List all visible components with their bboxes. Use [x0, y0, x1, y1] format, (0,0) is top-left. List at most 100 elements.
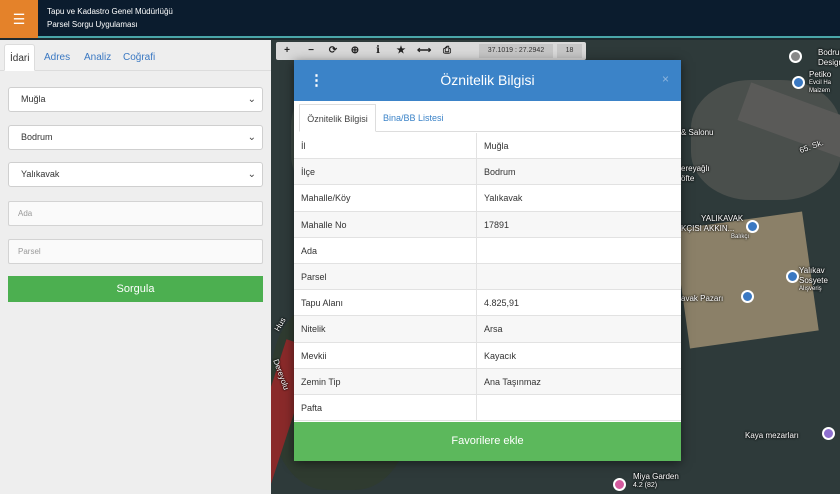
table-row: Zemin Tip Ana Taşınmaz [294, 368, 681, 395]
row-value: Kayacık [476, 342, 681, 369]
map-label: Design [818, 58, 840, 67]
parsel-placeholder: Parsel [18, 247, 41, 256]
row-key: Mevkii [301, 350, 327, 361]
row-key: Nitelik [301, 324, 326, 335]
table-row: Pafta [294, 394, 681, 422]
add-favorite-button[interactable]: Favorilere ekle [294, 422, 681, 461]
sidebar: İdari Adres Analiz Coğrafi Muğla ⌄ Bodru… [0, 40, 271, 494]
app-title: Tapu ve Kadastro Genel Müdürlüğü Parsel … [47, 5, 173, 31]
tab-idari[interactable]: İdari [4, 44, 36, 71]
row-key: İlçe [301, 167, 316, 178]
tab-adres[interactable]: Adres [44, 44, 70, 71]
poi-icon[interactable] [741, 290, 754, 303]
map-label: Kaya mezarları [745, 431, 799, 440]
map-label: Alışveriş [799, 286, 822, 292]
parsel-input[interactable]: Parsel [8, 239, 263, 264]
map-label: ereyağlı [681, 164, 710, 173]
table-row: Mahalle/Köy Yalıkavak [294, 185, 681, 212]
locate-icon[interactable]: ⊕ [348, 42, 362, 60]
map-label: Sosyete [799, 276, 828, 285]
hamburger-icon: ☰ [12, 10, 26, 27]
zoom-out-icon[interactable]: − [304, 42, 318, 60]
map-label: Yalıkav [799, 266, 825, 275]
map-label: Petiko [809, 70, 832, 79]
map-label: Balıkçı [731, 234, 750, 240]
dialog-header: ⋮ Öznitelik Bilgisi × [294, 60, 681, 101]
attribute-table: İl Muğla İlçe Bodrum Mahalle/Köy Yalıkavak … [294, 133, 681, 422]
poi-icon[interactable] [613, 478, 626, 491]
map-toolbar: + − ⟳ ⊕ i ★ ⟷ ⎙ 37.1019 : 27.2942 18 [276, 42, 586, 60]
ilce-select-value: Bodrum [21, 132, 53, 142]
tab-cografi[interactable]: Coğrafi [123, 44, 155, 71]
il-select-value: Muğla [21, 94, 46, 104]
il-select[interactable]: Muğla ⌄ [8, 87, 263, 112]
row-value: 17891 [476, 211, 681, 238]
app-title-line2: Parsel Sorgu Uygulaması [47, 20, 138, 29]
mahalle-select-value: Yalıkavak [21, 169, 60, 179]
zoom-in-icon[interactable]: + [280, 42, 294, 60]
row-key: Zemin Tip [301, 376, 341, 387]
map-label: öfte [681, 174, 695, 183]
table-row: Mevkii Kayacık [294, 342, 681, 369]
map-label: avak Pazarı [681, 294, 724, 303]
row-value [476, 263, 681, 290]
row-value: Muğla [476, 133, 681, 159]
zoom-level-readout: 18 [557, 44, 582, 58]
chevron-down-icon: ⌄ [247, 94, 256, 105]
table-row: Ada [294, 237, 681, 264]
row-value: Ana Taşınmaz [476, 368, 681, 395]
row-value: Yalıkavak [476, 185, 681, 212]
dialog-title: Öznitelik Bilgisi [440, 72, 535, 88]
map-label: YALIKAVAK [701, 214, 744, 223]
row-value [476, 394, 681, 421]
row-value [476, 237, 681, 264]
row-value: 4.825,91 [476, 290, 681, 317]
sorgula-button[interactable]: Sorgula [8, 276, 263, 302]
ada-placeholder: Ada [18, 209, 33, 218]
refresh-icon[interactable]: ⟳ [326, 42, 340, 60]
map-label: Malzem [809, 88, 831, 94]
mahalle-select[interactable]: Yalıkavak ⌄ [8, 162, 263, 187]
poi-icon[interactable] [822, 427, 835, 440]
table-row: İl Muğla [294, 133, 681, 160]
attribute-dialog: ⋮ Öznitelik Bilgisi × Öznitelik Bilgisi … [294, 60, 681, 461]
tab-analiz[interactable]: Analiz [84, 44, 111, 71]
info-icon[interactable]: i [371, 42, 385, 60]
map-label: Bodrum [818, 48, 840, 57]
table-row: Tapu Alanı 4.825,91 [294, 290, 681, 317]
print-icon[interactable]: ⎙ [440, 42, 454, 60]
tab-bina-bb-listesi[interactable]: Bina/BB Listesi [383, 104, 444, 132]
map-label: KÇISI AKKIN... [681, 224, 735, 233]
row-value: Arsa [476, 316, 681, 343]
coordinate-readout: 37.1019 : 27.2942 [479, 44, 553, 58]
map-label: & Salonu [681, 128, 714, 137]
row-key: Pafta [301, 402, 323, 413]
close-icon[interactable]: × [662, 72, 669, 86]
map-label: Miya Garden [633, 472, 679, 481]
row-key: Parsel [301, 271, 327, 282]
chevron-down-icon: ⌄ [247, 169, 256, 180]
poi-icon[interactable] [746, 220, 759, 233]
poi-icon[interactable] [789, 50, 802, 63]
poi-icon[interactable] [786, 270, 799, 283]
ada-input[interactable]: Ada [8, 201, 263, 226]
tab-oznitelik-bilgisi[interactable]: Öznitelik Bilgisi [299, 104, 376, 132]
sidebar-tabs: İdari Adres Analiz Coğrafi [0, 40, 271, 71]
map-label: 4.2 (82) [633, 482, 658, 489]
menu-button[interactable]: ☰ [0, 0, 38, 38]
map-label: Evcil Ha [809, 80, 832, 86]
table-row: Parsel [294, 263, 681, 291]
table-row: Nitelik Arsa [294, 316, 681, 343]
row-key: Ada [301, 245, 318, 256]
row-value: Bodrum [476, 159, 681, 186]
chevron-down-icon: ⌄ [247, 132, 256, 143]
table-row: İlçe Bodrum [294, 159, 681, 186]
row-key: Tapu Alanı [301, 298, 344, 309]
app-title-line1: Tapu ve Kadastro Genel Müdürlüğü [47, 7, 173, 16]
poi-icon[interactable] [792, 76, 805, 89]
measure-icon[interactable]: ⟷ [417, 42, 431, 60]
row-key: Mahalle No [301, 219, 347, 230]
ilce-select[interactable]: Bodrum ⌄ [8, 125, 263, 150]
dialog-tabs: Öznitelik Bilgisi Bina/BB Listesi [299, 102, 680, 132]
star-icon[interactable]: ★ [394, 42, 408, 60]
